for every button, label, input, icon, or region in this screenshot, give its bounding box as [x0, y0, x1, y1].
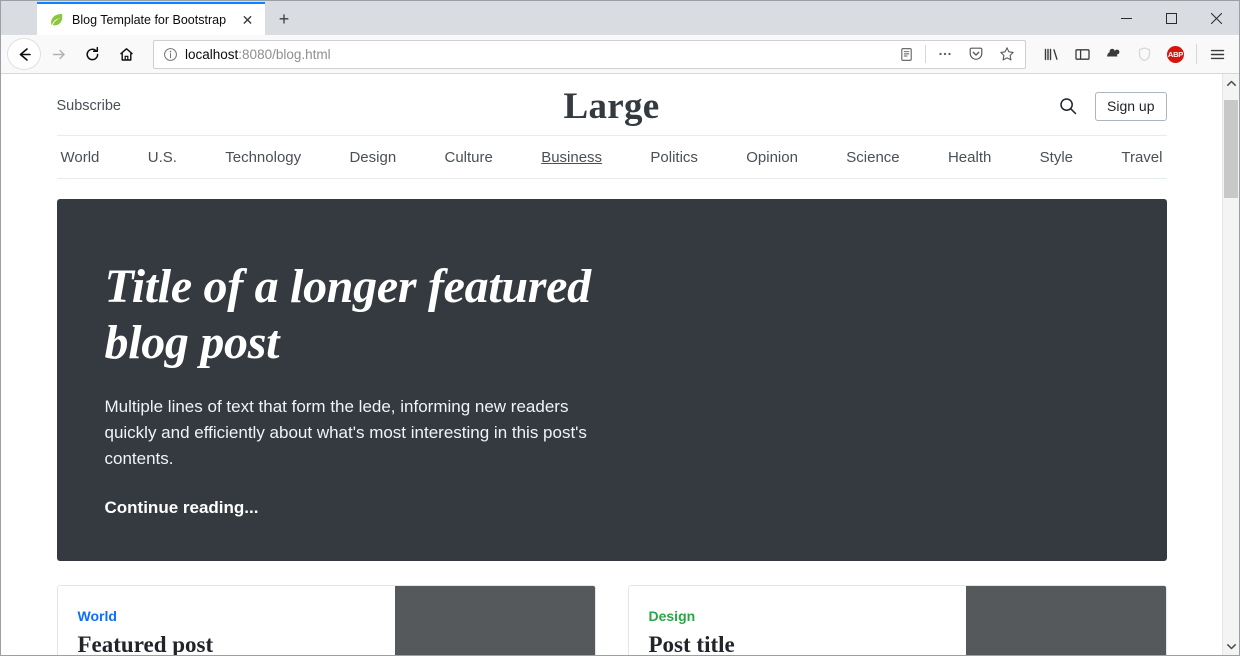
browser-toolbar: localhost:8080/blog.html ABP	[1, 35, 1239, 74]
nav-item-us[interactable]: U.S.	[148, 149, 177, 166]
adblock-badge-label: ABP	[1167, 45, 1184, 63]
post-card-thumbnail	[394, 585, 595, 655]
post-card-category: World	[77, 607, 117, 624]
browser-tab[interactable]: Blog Template for Bootstrap ✕	[37, 2, 265, 35]
pocket-icon[interactable]	[964, 42, 988, 66]
post-card-category: Design	[648, 607, 696, 624]
close-icon[interactable]: ✕	[239, 11, 256, 28]
window-controls	[1104, 1, 1239, 35]
scroll-up-arrow-icon[interactable]	[1223, 74, 1239, 92]
post-card[interactable]: Design Post title	[627, 584, 1167, 655]
adblock-plus-icon[interactable]: ABP	[1160, 39, 1191, 69]
post-card-thumbnail	[965, 585, 1166, 655]
address-bar[interactable]: localhost:8080/blog.html	[153, 39, 1026, 69]
star-icon[interactable]	[995, 42, 1019, 66]
library-icon[interactable]	[1036, 39, 1067, 69]
scroll-down-arrow-icon[interactable]	[1223, 637, 1239, 655]
nav-item-science[interactable]: Science	[846, 149, 899, 166]
nav-item-business[interactable]: Business	[541, 149, 602, 166]
post-card[interactable]: World Featured post	[56, 584, 596, 655]
page-title: Large	[563, 85, 660, 127]
tab-strip: Blog Template for Bootstrap ✕ +	[1, 1, 1239, 35]
tab-title: Blog Template for Bootstrap	[72, 12, 227, 27]
post-card-row: World Featured post Design Post title	[56, 584, 1167, 655]
post-card-body: Design Post title	[629, 586, 966, 655]
nav-item-technology[interactable]: Technology	[225, 149, 301, 166]
hero-title: Title of a longer featured blog post	[104, 259, 592, 370]
url-host: localhost	[185, 46, 239, 62]
post-card-title: Featured post	[77, 631, 214, 655]
nav-item-culture[interactable]: Culture	[445, 149, 493, 166]
blog-category-nav: World U.S. Technology Design Culture Bus…	[56, 136, 1167, 179]
home-button[interactable]	[109, 38, 143, 70]
nav-item-style[interactable]: Style	[1040, 149, 1073, 166]
post-card-body: World Featured post	[58, 586, 395, 655]
masthead-actions: Sign up	[1057, 92, 1167, 121]
sidebar-icon[interactable]	[1067, 39, 1098, 69]
new-tab-button[interactable]: +	[267, 4, 301, 34]
nav-item-design[interactable]: Design	[349, 149, 396, 166]
blog-page: Subscribe Large Sign up World U.S. Techn…	[1, 74, 1222, 655]
info-circle-icon[interactable]	[163, 47, 178, 62]
hero-lede: Multiple lines of text that form the led…	[104, 397, 587, 468]
toolbar-right-icons: ABP	[1032, 39, 1233, 69]
nav-item-opinion[interactable]: Opinion	[746, 149, 798, 166]
toolbar-divider	[925, 45, 926, 63]
nav-item-world[interactable]: World	[61, 149, 100, 166]
back-button[interactable]	[7, 38, 41, 70]
forward-button[interactable]	[41, 38, 75, 70]
scrollbar-track[interactable]	[1223, 92, 1239, 637]
reload-button[interactable]	[75, 38, 109, 70]
page-container: Subscribe Large Sign up World U.S. Techn…	[56, 74, 1167, 655]
continue-reading-link[interactable]: Continue reading...	[105, 498, 259, 517]
search-icon[interactable]	[1057, 95, 1079, 117]
maximize-button[interactable]	[1149, 1, 1194, 35]
url-path: :8080/blog.html	[238, 46, 331, 62]
nav-item-politics[interactable]: Politics	[650, 149, 698, 166]
blog-masthead: Subscribe Large Sign up	[56, 74, 1167, 136]
ellipsis-icon[interactable]	[933, 42, 957, 66]
leaf-icon	[48, 12, 64, 28]
account-icon[interactable]	[1098, 39, 1129, 69]
reader-view-icon[interactable]	[894, 42, 918, 66]
nav-item-health[interactable]: Health	[948, 149, 991, 166]
page-scrollbar[interactable]	[1222, 74, 1239, 655]
post-card-title: Post title	[648, 631, 735, 655]
browser-window: Blog Template for Bootstrap ✕ + localhos…	[0, 0, 1240, 656]
shield-icon[interactable]	[1129, 39, 1160, 69]
toolbar-divider	[1196, 44, 1197, 64]
nav-item-travel[interactable]: Travel	[1121, 149, 1162, 166]
tab-strip-gap	[1, 1, 37, 35]
hamburger-menu-icon[interactable]	[1202, 39, 1233, 69]
signup-button[interactable]: Sign up	[1095, 92, 1167, 121]
page-viewport: Subscribe Large Sign up World U.S. Techn…	[1, 74, 1239, 655]
featured-hero: Title of a longer featured blog post Mul…	[56, 198, 1167, 561]
close-window-button[interactable]	[1194, 1, 1239, 35]
scrollbar-thumb[interactable]	[1224, 100, 1238, 198]
url-text[interactable]: localhost:8080/blog.html	[185, 47, 887, 62]
minimize-button[interactable]	[1104, 1, 1149, 35]
